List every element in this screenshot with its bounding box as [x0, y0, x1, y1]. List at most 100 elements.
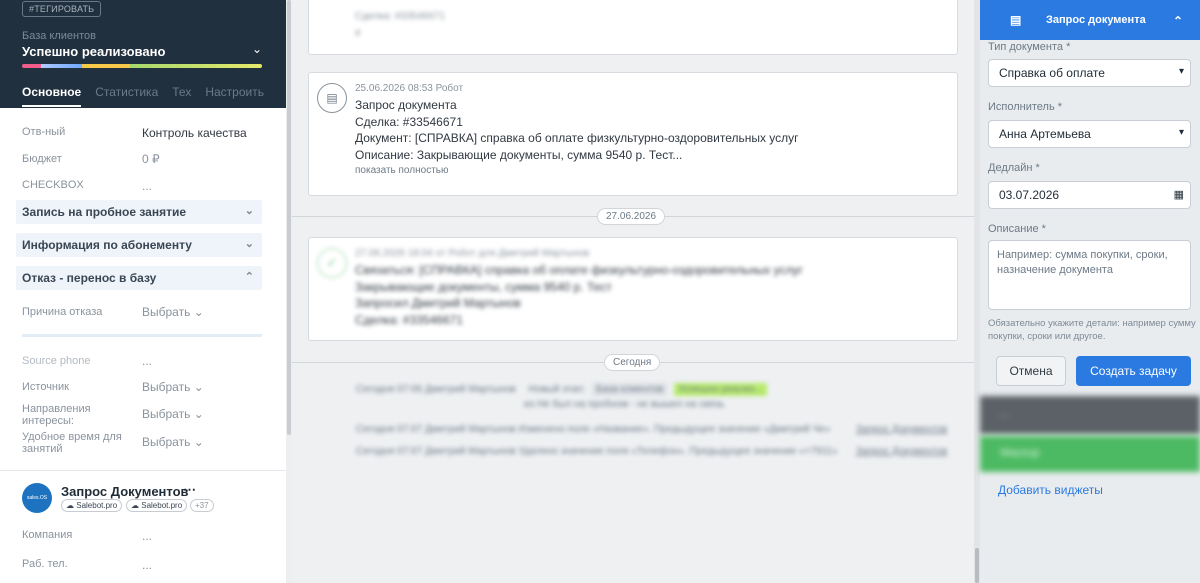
card-line: Запросил Дмитрий Мартынов — [355, 296, 521, 310]
section-title: Запись на пробное занятие — [22, 205, 187, 219]
checkbox-value[interactable]: ... — [142, 179, 152, 193]
tab-main[interactable]: Основное — [22, 85, 82, 107]
date-pill: 27.06.2026 — [597, 208, 666, 225]
card-title: Запрос документа — [355, 98, 457, 112]
more-chips-badge[interactable]: +37 — [190, 499, 214, 512]
scrollbar-thumb[interactable] — [287, 0, 291, 435]
preferred-time-label: Удобное время для занятий — [22, 431, 122, 455]
source-phone-value[interactable]: ... — [142, 354, 152, 368]
stage-badge: База клиентов — [592, 383, 668, 396]
document-icon: ▤ — [317, 83, 347, 113]
calendar-icon[interactable]: ▦ — [1174, 188, 1184, 201]
card-meta: 27.06.2026 18:04 от Робот для Дмитрий Ма… — [355, 248, 590, 259]
chevron-up-icon[interactable]: ⌃ — [1173, 14, 1183, 28]
widget-wazzup[interactable]: Wazzup — [980, 436, 1200, 472]
document-request-panel: ▤ Запрос документа ⌃ Тип документа * Спр… — [980, 0, 1200, 583]
chevron-down-icon: ⌄ — [193, 407, 204, 421]
widget-label: ... — [1000, 408, 1010, 420]
date-pill: Сегодня — [604, 354, 661, 371]
select-value: Справка об оплате — [999, 66, 1105, 80]
budget-label: Бюджет — [22, 153, 62, 165]
card-line: # — [355, 28, 361, 39]
description-label: Описание * — [988, 223, 1046, 235]
card-deal: Сделка: #33546671 — [355, 114, 463, 129]
add-widgets-link[interactable]: Добавить виджеты — [998, 483, 1103, 497]
pipeline-status-select[interactable]: Успешно реализовано — [22, 44, 165, 59]
event-field-change: Сегодня 07:07 Дмитрий Мартынов Изменено … — [356, 424, 956, 435]
document-icon: ▤ — [1010, 13, 1022, 27]
cancel-button[interactable]: Отмена — [996, 356, 1066, 386]
panel-header[interactable]: ▤ Запрос документа ⌃ — [980, 0, 1200, 40]
description-textarea[interactable]: Например: сумма покупки, сроки, назначен… — [988, 240, 1191, 310]
responsible-label: Отв-ный — [22, 126, 66, 138]
select-value: Выбрать — [142, 305, 191, 319]
section-subscription-info[interactable]: Информация по абонементу ⌄ — [16, 233, 262, 257]
card-line: Сделка: #33546671 — [355, 312, 463, 327]
create-task-button[interactable]: Создать задачу — [1076, 356, 1191, 386]
tab-statistics[interactable]: Статистика — [95, 85, 158, 107]
activity-feed: Сделка: #33546671 # ▤ 25.06.2026 08:53 Р… — [292, 0, 974, 583]
show-more-link[interactable]: показать полностью — [355, 165, 799, 176]
divider — [0, 470, 286, 471]
label-line: Удобное время для — [22, 431, 122, 443]
event-text: Сегодня 07:07 Дмитрий Мартынов Изменено … — [356, 424, 831, 435]
contact-name[interactable]: Запрос Документов — [61, 484, 189, 499]
card-line: Связаться: [СПРАВКА] справка об оплате ф… — [355, 263, 803, 277]
pipeline-progress-bar — [22, 64, 262, 68]
blurred-content: Сделка: #33546671 # — [355, 11, 445, 39]
doc-type-label: Тип документа * — [988, 41, 1071, 53]
refusal-reason-label: Причина отказа — [22, 306, 103, 318]
select-value: Анна Артемьева — [999, 127, 1091, 141]
card-description: Описание: Закрывающие документы, сумма 9… — [355, 147, 683, 162]
chip-label: Salebot.pro — [76, 501, 118, 510]
chevron-up-icon: ⌃ — [244, 271, 254, 283]
messenger-chip[interactable]: ☁ Salebot.pro — [61, 499, 123, 512]
section-refusal[interactable]: Отказ - перенос в базу ⌃ — [16, 266, 262, 290]
widget-label: Wazzup — [1000, 447, 1040, 459]
section-trial-lesson[interactable]: Запись на пробное занятие ⌄ — [16, 200, 262, 224]
more-icon[interactable]: ⋯ — [183, 482, 196, 498]
refusal-reason-select[interactable]: Выбрать ⌄ — [142, 305, 204, 319]
widget-blurred[interactable]: ... — [980, 396, 1200, 434]
select-value: Выбрать — [142, 407, 191, 421]
event-text: Сегодня 07:07 Дмитрий Мартынов Удалено з… — [356, 446, 838, 457]
tag-button[interactable]: #ТЕГИРОВАТЬ — [22, 1, 102, 17]
preferred-time-select[interactable]: Выбрать ⌄ — [142, 435, 204, 449]
feed-card-document-request: ▤ 25.06.2026 08:53 Робот Запрос документ… — [308, 72, 958, 196]
stage-badge: Успешно реализ... — [674, 383, 767, 396]
chevron-down-icon: ⌄ — [193, 435, 204, 449]
tab-settings[interactable]: Настроить — [205, 85, 264, 107]
source-select[interactable]: Выбрать ⌄ — [142, 380, 204, 394]
chevron-down-icon[interactable]: ⌄ — [252, 42, 262, 56]
card-meta: 25.06.2026 08:53 Робот — [355, 83, 464, 94]
event-link[interactable]: Запрос Документов — [856, 446, 947, 457]
pipeline-label: База клиентов — [22, 30, 96, 42]
interests-label: Направления интересы: — [22, 403, 91, 427]
feed-card-previous: Сделка: #33546671 # — [308, 0, 958, 55]
blurred-content: 27.06.2026 18:04 от Робот для Дмитрий Ма… — [355, 248, 803, 328]
deadline-label: Дедлайн * — [988, 162, 1040, 174]
responsible-value[interactable]: Контроль качества — [142, 126, 247, 140]
card-body: 25.06.2026 08:53 Робот Запрос документа … — [355, 83, 799, 176]
source-phone-label: Source phone — [22, 355, 91, 367]
interests-select[interactable]: Выбрать ⌄ — [142, 407, 204, 421]
chevron-down-icon: ⌄ — [244, 238, 254, 250]
chevron-down-icon: ▾ — [1178, 66, 1184, 77]
doc-type-select[interactable]: Справка об оплате ▾ — [988, 59, 1191, 87]
work-phone-value[interactable]: ... — [142, 558, 152, 572]
card-line: Сделка: #33546671 — [355, 11, 445, 22]
scrollbar-thumb[interactable] — [975, 548, 979, 583]
feed-card-completed-task: ✓ 27.06.2026 18:04 от Робот для Дмитрий … — [308, 237, 958, 341]
company-value[interactable]: ... — [142, 529, 152, 543]
tab-tech[interactable]: Тех — [172, 85, 191, 107]
label-line: Направления — [22, 403, 91, 415]
budget-value[interactable]: 0 ₽ — [142, 152, 160, 166]
messenger-chip[interactable]: ☁ Salebot.pro — [126, 499, 188, 512]
executor-select[interactable]: Анна Артемьева ▾ — [988, 120, 1191, 148]
label-line: интересы: — [22, 415, 74, 427]
event-stage-change: Сегодня 07:06 Дмитрий Мартынов Новый эта… — [356, 383, 956, 410]
deadline-date-input[interactable]: 03.07.2026 ▦ — [988, 181, 1191, 209]
avatar[interactable]: sales.OS — [22, 483, 52, 513]
label-line: занятий — [22, 443, 63, 455]
event-link[interactable]: Запрос Документов — [856, 424, 947, 435]
